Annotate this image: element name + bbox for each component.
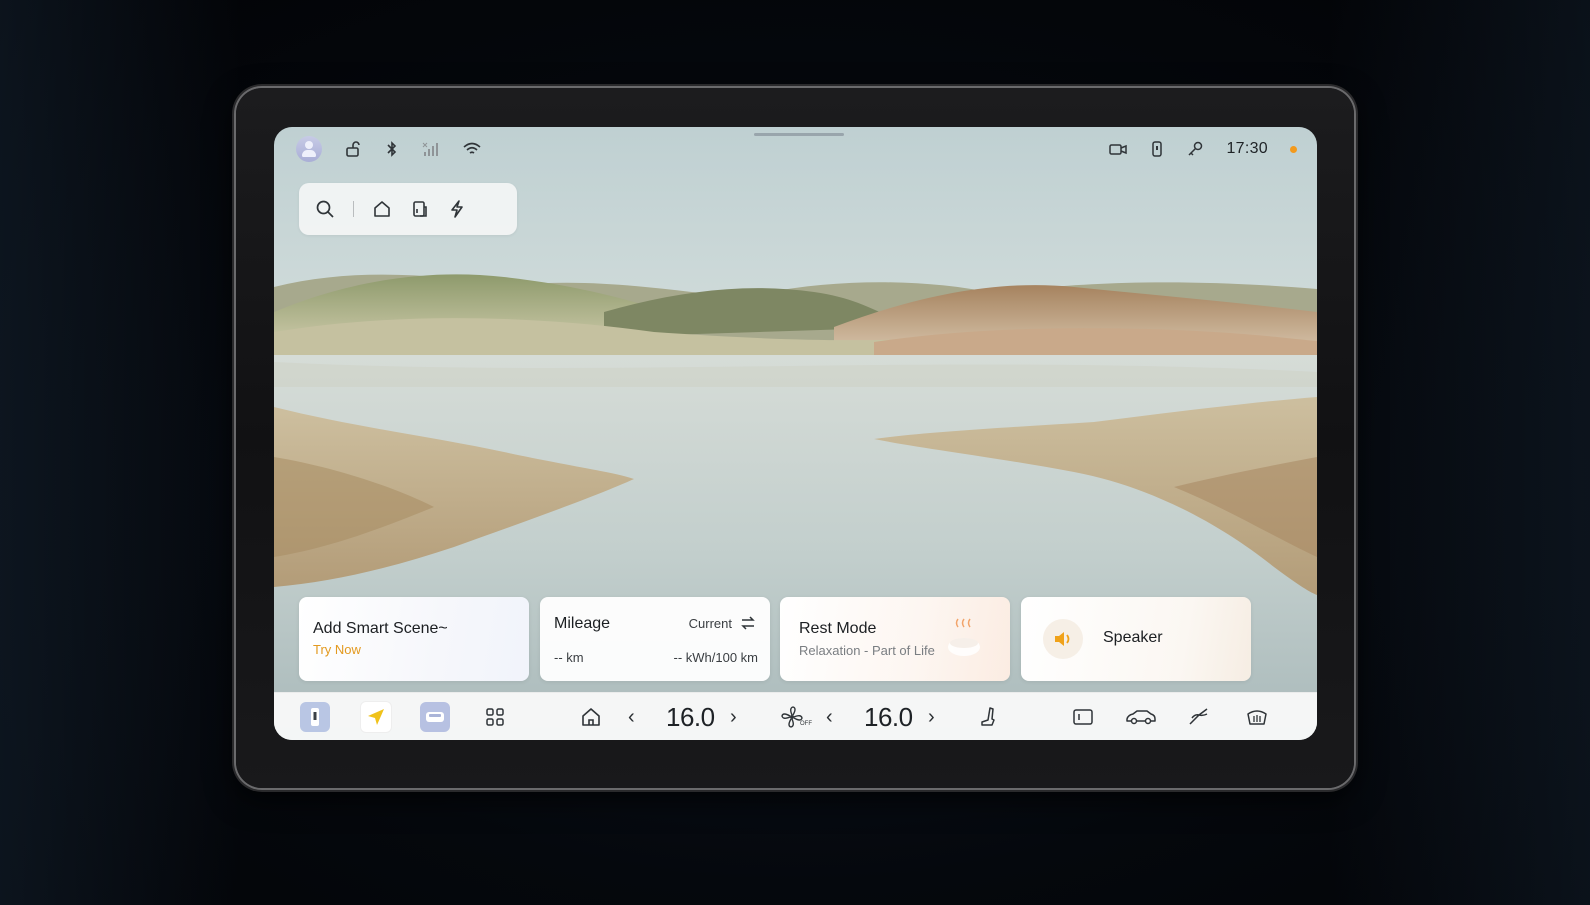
navigation-button[interactable] — [360, 701, 392, 733]
home-icon[interactable] — [580, 706, 602, 728]
key-icon[interactable] — [1186, 140, 1204, 158]
bottom-dock: ‹ 16.0 › OFF ‹ 16.0 › — [274, 692, 1317, 740]
car-icon[interactable] — [420, 702, 450, 732]
right-temp-increase[interactable]: › — [928, 701, 935, 733]
wiper-button[interactable] — [1186, 701, 1212, 733]
display-button[interactable] — [1070, 701, 1096, 733]
smart-scene-card[interactable]: Add Smart Scene~ Try Now — [299, 597, 529, 681]
defrost-button[interactable] — [1244, 701, 1270, 733]
search-icon[interactable] — [315, 199, 335, 219]
smart-scene-title: Add Smart Scene~ — [313, 620, 448, 637]
car-app-button[interactable] — [420, 701, 450, 733]
bluetooth-icon[interactable] — [384, 140, 400, 158]
phone-app-icon[interactable] — [300, 702, 330, 732]
document-icon[interactable] — [410, 199, 430, 219]
clock: 17:30 — [1226, 140, 1268, 157]
left-temp-decrease[interactable]: ‹ — [628, 701, 635, 733]
background-glow-right — [1330, 0, 1590, 905]
status-bar-right: 17:30 — [1108, 135, 1297, 163]
speaker-card[interactable]: Speaker — [1021, 597, 1251, 681]
camera-icon[interactable] — [1108, 141, 1128, 157]
right-temp-value: 16.0 — [864, 701, 913, 732]
home-icon[interactable] — [372, 199, 392, 219]
apps-grid-button[interactable] — [480, 701, 510, 733]
right-temp-display: 16.0 — [864, 701, 913, 733]
navigation-icon[interactable] — [360, 701, 392, 733]
status-indicator-dot — [1290, 145, 1297, 153]
mileage-mode[interactable]: Current — [689, 616, 732, 631]
quick-access-bar — [299, 183, 517, 235]
fan-state: OFF — [800, 721, 812, 727]
background-glow-left — [0, 0, 240, 905]
swap-icon[interactable] — [740, 616, 756, 630]
mileage-title: Mileage — [554, 615, 611, 632]
phone-app-button[interactable] — [300, 701, 330, 733]
left-temp-display: 16.0 — [666, 701, 715, 733]
dock-home-button[interactable] — [576, 701, 606, 733]
try-now-link[interactable]: Try Now — [313, 642, 361, 657]
left-temp-increase[interactable]: › — [730, 701, 737, 733]
status-bar-left — [296, 135, 482, 163]
speaker-title: Speaker — [1103, 629, 1163, 646]
unlock-icon[interactable] — [344, 140, 362, 158]
defrost-icon[interactable] — [1245, 706, 1269, 728]
seat-heat-icon[interactable] — [978, 706, 998, 728]
mileage-distance: -- km — [554, 650, 584, 665]
signal-icon — [422, 141, 440, 157]
wifi-icon[interactable] — [462, 141, 482, 157]
apps-grid-icon[interactable] — [485, 707, 505, 727]
car-settings-button[interactable] — [1124, 701, 1158, 733]
infotainment-screen: 17:30 Add Smart Scene~ Try Now Mileage C… — [274, 127, 1317, 740]
left-temp-value: 16.0 — [666, 701, 715, 732]
wiper-icon[interactable] — [1187, 706, 1211, 728]
rest-mode-subtitle: Relaxation - Part of Life — [799, 643, 935, 658]
speaker-icon[interactable] — [1043, 619, 1083, 659]
rest-mode-title: Rest Mode — [799, 620, 877, 637]
divider — [353, 201, 354, 217]
mileage-consumption: -- kWh/100 km — [673, 650, 758, 665]
mileage-card[interactable]: Mileage Current -- km -- kWh/100 km — [540, 597, 770, 681]
phone-key-icon[interactable] — [1150, 140, 1164, 158]
car-settings-icon[interactable] — [1125, 708, 1157, 726]
seat-heat-button[interactable] — [974, 701, 1002, 733]
right-temp-decrease[interactable]: ‹ — [826, 701, 833, 733]
lightning-icon[interactable] — [448, 199, 466, 219]
coffee-cup-icon — [944, 615, 984, 659]
display-icon[interactable] — [1072, 707, 1094, 727]
fan-button[interactable]: OFF — [776, 701, 812, 733]
avatar-icon[interactable] — [296, 136, 322, 162]
rest-mode-card[interactable]: Rest Mode Relaxation - Part of Life — [780, 597, 1010, 681]
screen-handle[interactable] — [754, 133, 844, 136]
